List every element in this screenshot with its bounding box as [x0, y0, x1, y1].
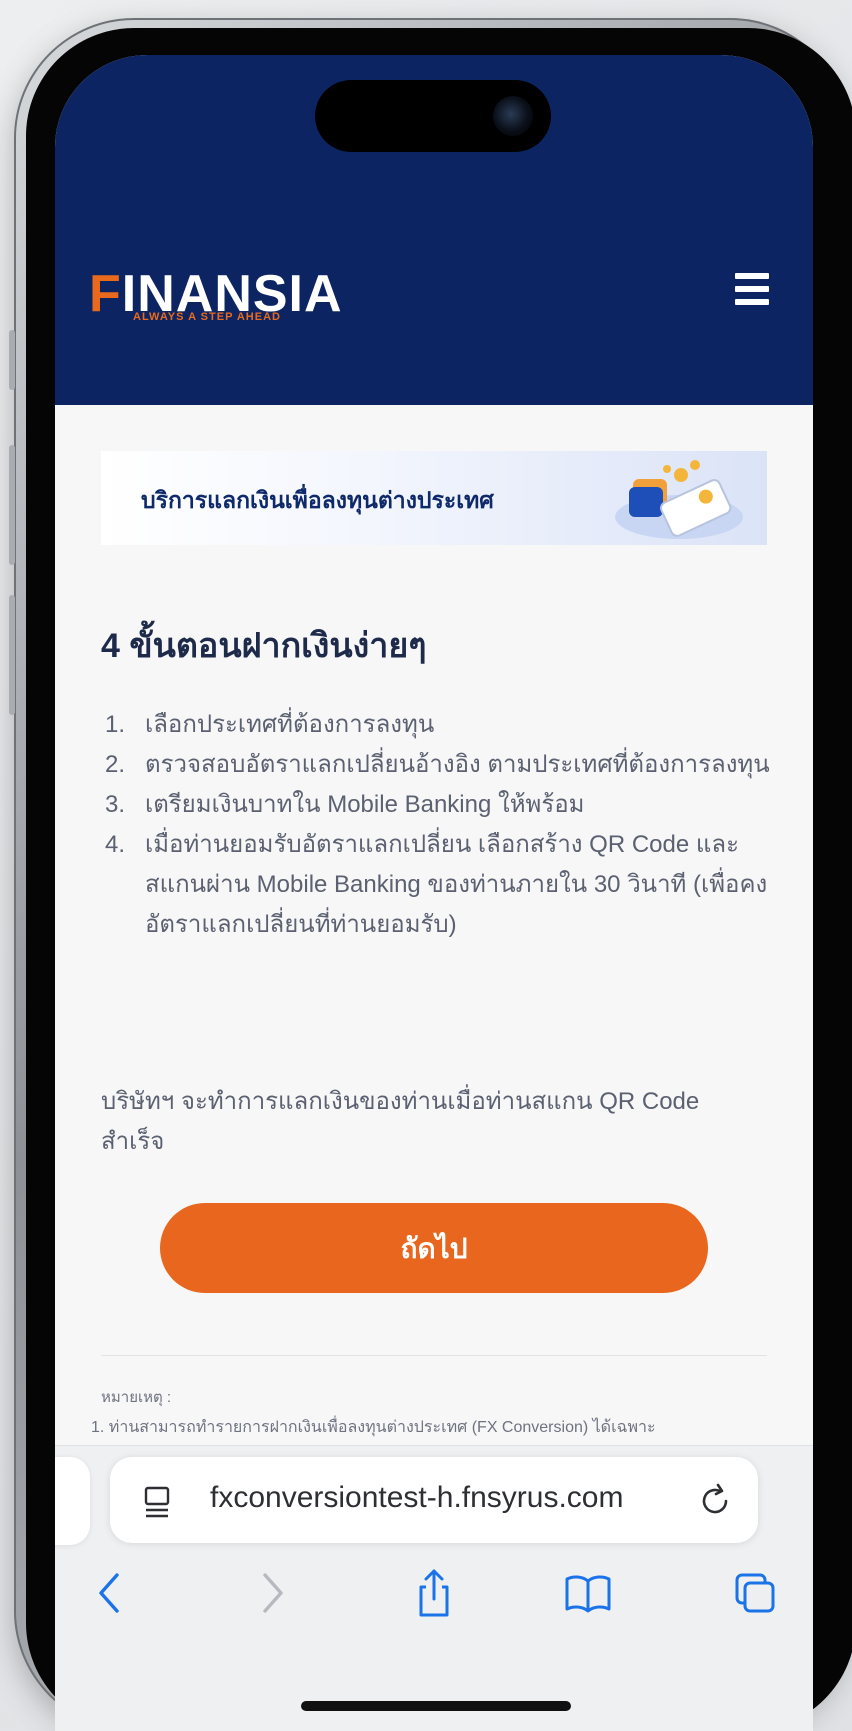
step-item: 1. เลือกประเทศที่ต้องการลงทุน — [105, 705, 775, 745]
banner-title: บริการแลกเงินเพื่อลงทุนต่างประเทศ — [141, 487, 494, 513]
divider — [101, 1355, 767, 1356]
page-icon[interactable] — [140, 1484, 174, 1518]
tabs-icon[interactable] — [731, 1565, 781, 1621]
back-icon[interactable] — [85, 1565, 135, 1621]
step-text: เลือกประเทศที่ต้องการลงทุน — [145, 711, 435, 738]
step-number: 2. — [105, 751, 126, 778]
address-bar[interactable]: fxconversiontest-h.fnsyrus.com — [110, 1457, 758, 1543]
url-text[interactable]: fxconversiontest-h.fnsyrus.com — [210, 1481, 623, 1515]
step-number: 3. — [105, 791, 126, 818]
volume-down-button — [9, 595, 15, 715]
step-item: 3. เตรียมเงินบาทใน Mobile Banking ให้พร้อ… — [105, 785, 775, 825]
step-item: 4. เมื่อท่านยอมรับอัตราแลกเปลี่ยน เลือกสร… — [105, 825, 775, 945]
step-number: 1. — [105, 711, 126, 738]
hamburger-icon[interactable] — [735, 273, 769, 305]
home-indicator[interactable] — [301, 1701, 571, 1711]
step-item: 2. ตรวจสอบอัตราแลกเปลี่ยนอ้างอิง ตามประเท… — [105, 745, 775, 785]
step-text: เตรียมเงินบาทใน Mobile Banking ให้พร้อม — [145, 791, 585, 818]
reload-icon[interactable] — [698, 1481, 734, 1519]
front-camera — [493, 96, 533, 136]
steps-title: 4 ขั้นตอนฝากเงินง่ายๆ — [101, 627, 427, 665]
remark-label: หมายเหตุ : — [101, 1389, 172, 1406]
forward-icon[interactable] — [247, 1565, 297, 1621]
mute-switch — [9, 330, 15, 390]
service-banner: บริการแลกเงินเพื่อลงทุนต่างประเทศ — [101, 451, 767, 545]
note-paragraph: บริษัทฯ จะทำการแลกเงินของท่านเมื่อท่านสแ… — [101, 1088, 700, 1155]
remark-item: 1. ท่านสามารถทำรายการฝากเงินเพื่อลงทุนต่… — [91, 1419, 656, 1436]
logo-f-mark: F — [89, 265, 122, 323]
next-button[interactable]: ถัดไป — [160, 1203, 708, 1293]
step-text: เมื่อท่านยอมรับอัตราแลกเปลี่ยน เลือกสร้า… — [145, 831, 768, 938]
steps-list: 1. เลือกประเทศที่ต้องการลงทุน 2. ตรวจสอบอั… — [105, 705, 775, 945]
logo-tagline: ALWAYS A STEP AHEAD — [133, 311, 281, 323]
volume-up-button — [9, 445, 15, 565]
step-number: 4. — [105, 831, 126, 858]
browser-nav-row — [55, 1565, 813, 1635]
bookmarks-icon[interactable] — [563, 1565, 613, 1621]
share-icon[interactable] — [409, 1565, 459, 1621]
step-text: ตรวจสอบอัตราแลกเปลี่ยนอ้างอิง ตามประเทศท… — [145, 751, 770, 778]
wallet-phone-coins-illustration — [615, 460, 743, 539]
screen: FINANSIA ALWAYS A STEP AHEAD บริการแลกเง… — [55, 55, 813, 1731]
previous-tab-pill[interactable] — [55, 1457, 90, 1545]
